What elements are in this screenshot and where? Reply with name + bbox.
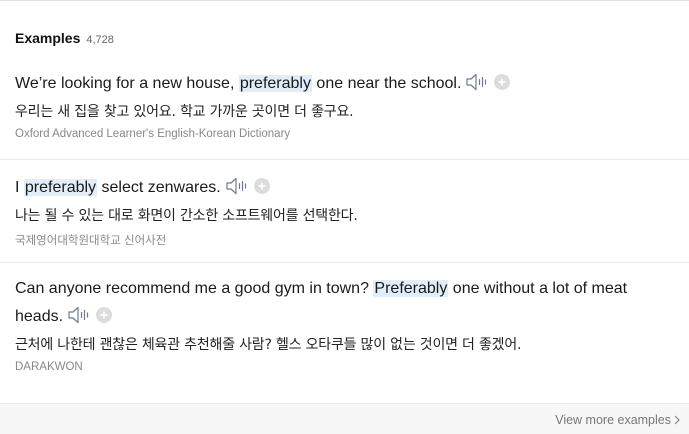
example-source: 국제영어대학원대학교 신어사전 (15, 235, 167, 247)
sentence-text: one near the school. (311, 75, 462, 92)
highlighted-word: Preferably (373, 280, 449, 297)
example-translation: 나는 될 수 있는 대로 화면이 간소한 소프트웨어를 선택한다. (15, 208, 358, 224)
example-sentence-line2: heads. (15, 303, 113, 331)
example-sentence: We’re looking for a new house, preferabl… (15, 70, 511, 98)
examples-title: Examples (15, 30, 81, 46)
view-more-label: View more examples (555, 413, 671, 427)
sentence-text: heads. (15, 308, 64, 325)
speaker-icon[interactable] (226, 177, 248, 195)
examples-panel: Examples 4,728 We’re looking for a new h… (0, 0, 689, 434)
divider (0, 159, 689, 160)
sentence-text: Can anyone recommend me a good gym in to… (15, 280, 374, 297)
example-sentence: I preferably select zenwares. (15, 174, 270, 202)
speaker-icon[interactable] (68, 306, 90, 324)
chevron-right-icon (674, 415, 680, 425)
sentence-text: We’re looking for a new house, (15, 75, 239, 92)
speaker-icon[interactable] (466, 73, 488, 91)
divider (0, 262, 689, 263)
plus-circle-icon[interactable] (494, 73, 511, 90)
view-more-examples-link[interactable]: View more examples (555, 413, 680, 427)
highlighted-word: preferably (23, 179, 98, 196)
plus-circle-icon[interactable] (253, 177, 270, 194)
examples-footer: View more examples (0, 403, 689, 434)
examples-count: 4,728 (86, 34, 114, 46)
plus-circle-icon[interactable] (96, 306, 113, 323)
sentence-text: select zenwares. (97, 179, 221, 196)
example-source: DARAKWON (15, 361, 83, 373)
example-source: Oxford Advanced Learner's English-Korean… (15, 128, 291, 140)
example-translation: 근처에 나한테 괜찮은 체육관 추천해줄 사람? 헬스 오타쿠들 많이 없는 것… (15, 337, 522, 353)
highlighted-word: preferably (238, 75, 312, 92)
example-sentence: Can anyone recommend me a good gym in to… (15, 275, 627, 303)
sentence-text: I (15, 179, 24, 196)
examples-header: Examples 4,728 (15, 30, 114, 46)
sentence-text: one without a lot of meat (448, 280, 628, 297)
example-translation: 우리는 새 집을 찾고 있어요. 학교 가까운 곳이면 더 좋구요. (15, 104, 354, 120)
